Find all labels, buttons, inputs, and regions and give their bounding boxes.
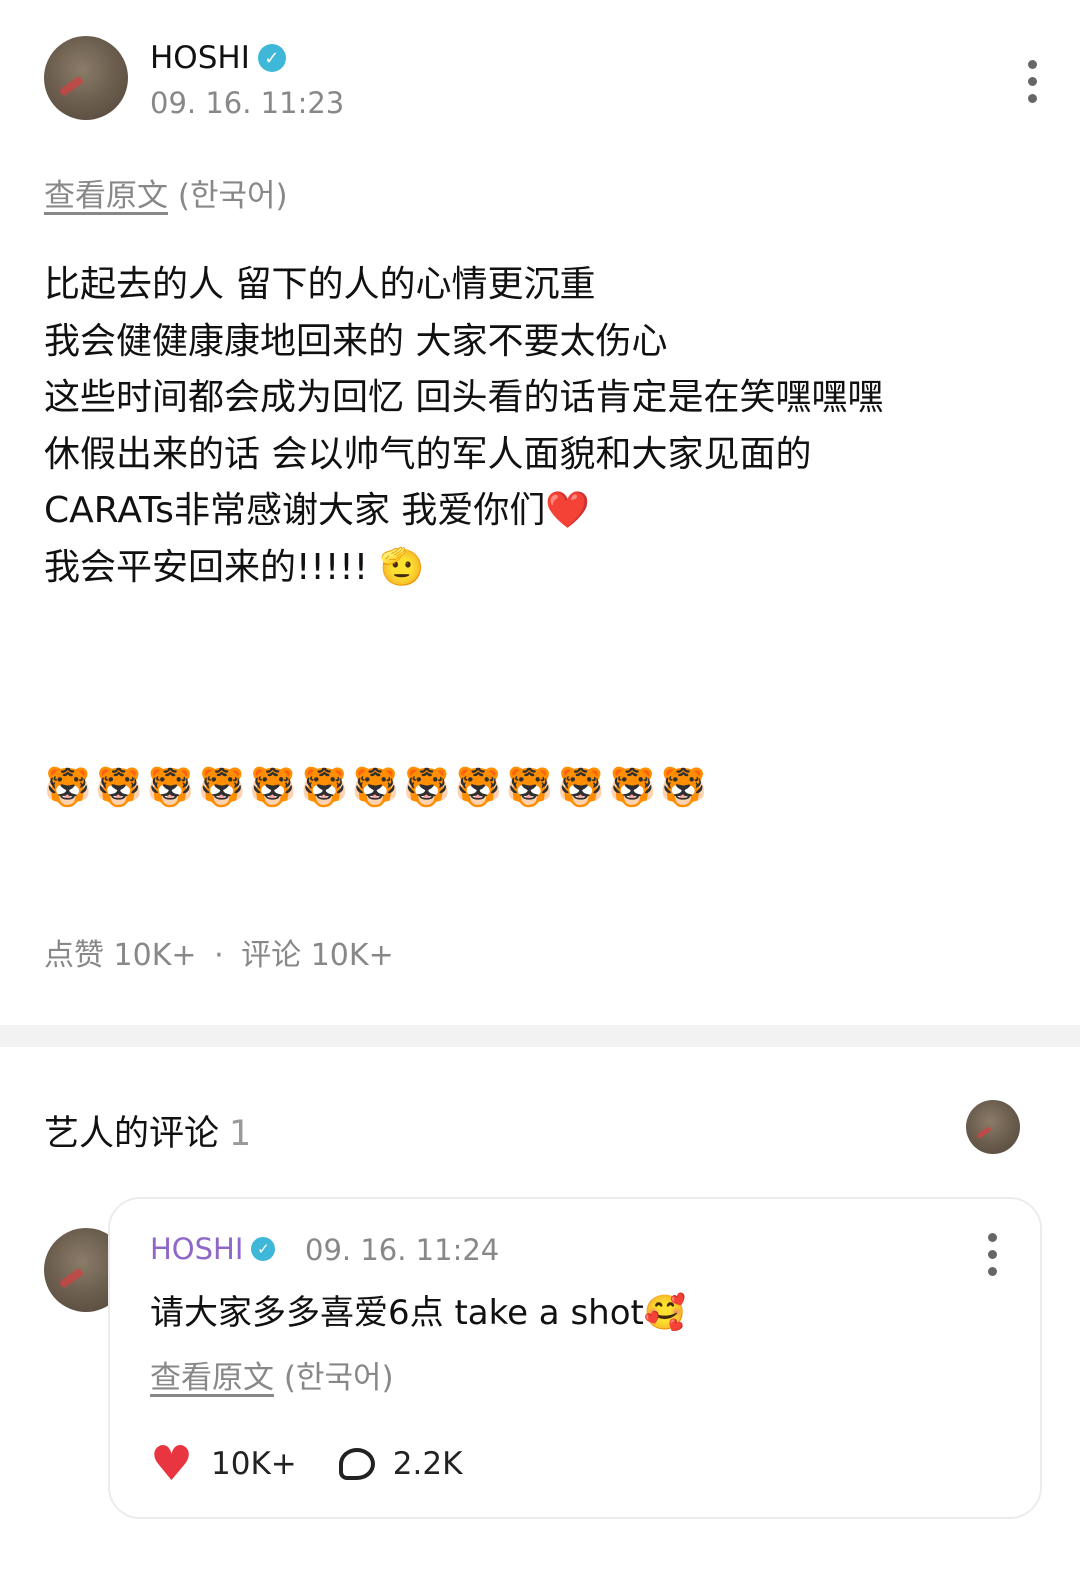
heart-icon[interactable]: ♥ [150,1440,193,1488]
comment-timestamp: 09. 16. 11:24 [305,1233,500,1267]
author-avatar[interactable] [44,36,128,120]
comment-view-original: 查看原文 (한국어) [150,1352,394,1397]
view-original-link[interactable]: 查看原文 [44,178,168,214]
original-language: (한국어) [177,178,288,214]
original-language: (한국어) [283,1360,394,1396]
artist-comments-header: 艺人的评论 1 [44,1105,251,1156]
post-timestamp: 09. 16. 11:23 [150,86,345,120]
comment-more-options-icon[interactable] [985,1233,999,1276]
post-stats: 点赞 10K+ · 评论 10K+ [44,930,394,974]
likes-count: 10K+ [113,938,197,973]
comment-bubble-icon[interactable] [338,1448,375,1480]
artist-comments-title: 艺人的评论 [44,1114,220,1154]
comments-count: 10K+ [310,938,394,973]
view-original-link[interactable]: 查看原文 [150,1360,274,1396]
tiger-emoji-row: 🐯🐯🐯🐯🐯🐯🐯🐯🐯🐯🐯🐯🐯 [44,765,712,809]
section-divider [0,1025,1080,1047]
comment-likes-count: 10K+ [211,1446,297,1482]
post-body-text: 比起去的人 留下的人的心情更沉重 我会健健康康地回来的 大家不要太伤心 这些时间… [44,264,884,588]
comment-author-name[interactable]: HOSHI ✓ [150,1232,276,1266]
artist-comments-count: 1 [229,1114,252,1154]
comments-label[interactable]: 评论 [241,938,301,973]
comment-replies-count: 2.2K [392,1446,463,1482]
verified-badge-icon: ✓ [251,1237,276,1261]
stats-separator: · [214,938,224,973]
comment-actions: ♥ 10K+ 2.2K [150,1440,462,1488]
post-more-options-icon[interactable] [1025,60,1039,103]
likes-label[interactable]: 点赞 [44,938,104,973]
post-view-original: 查看原文 (한국어) [44,170,288,215]
artist-filter-avatar[interactable] [966,1100,1020,1154]
comment-text: 请大家多多喜爱6点 take a shot🥰 [150,1293,687,1333]
author-name[interactable]: HOSHI ✓ [150,40,286,76]
verified-badge-icon: ✓ [257,44,286,72]
